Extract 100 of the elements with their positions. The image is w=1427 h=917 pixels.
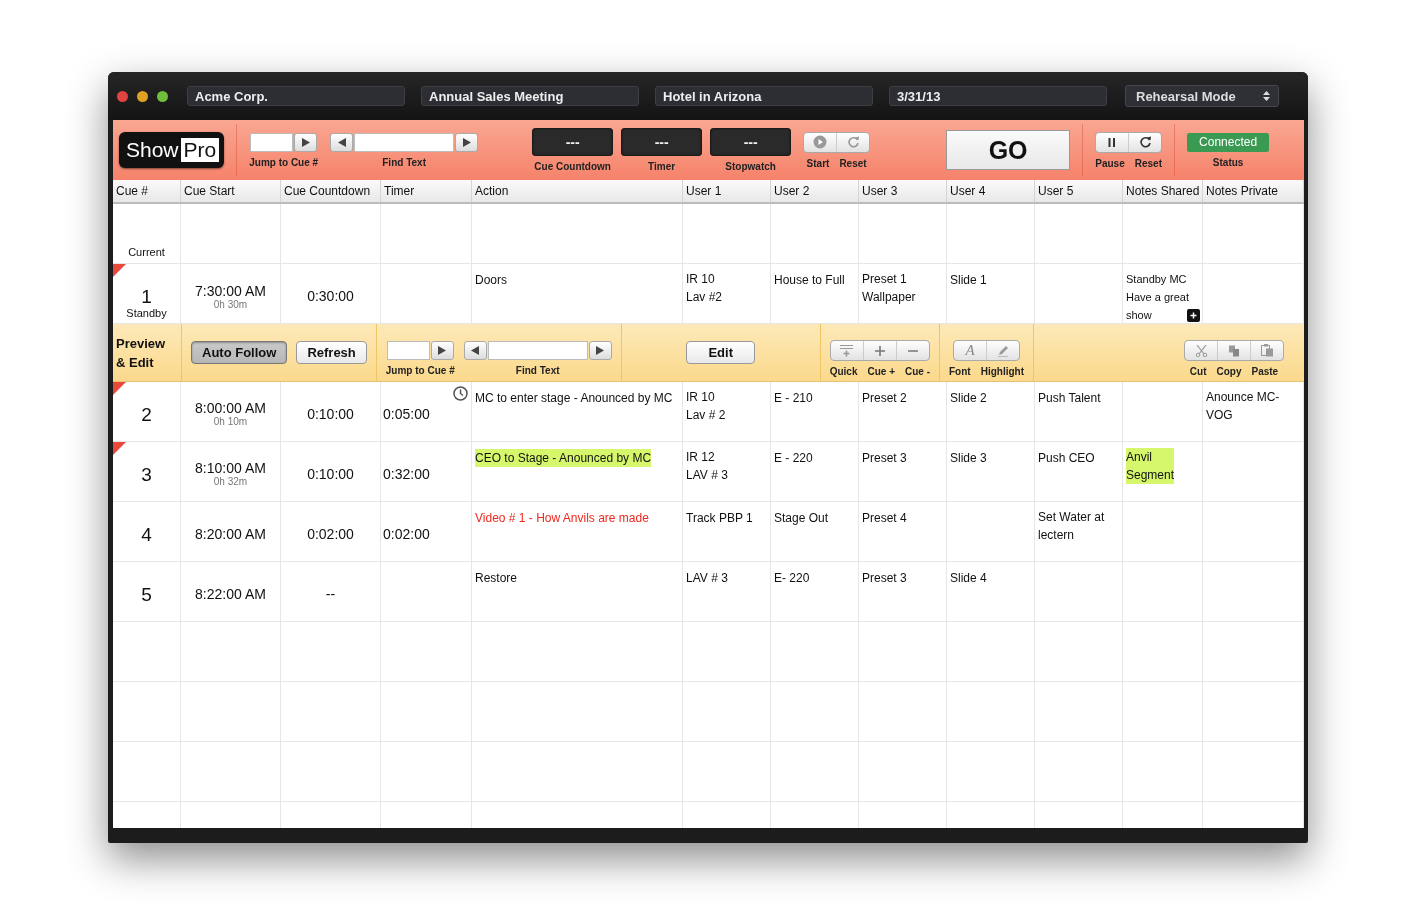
close-icon[interactable]: [117, 90, 128, 102]
action-text: Restore: [475, 570, 518, 587]
copy-icon: [1228, 344, 1240, 357]
cue-status: Standby: [126, 307, 167, 319]
cue-number: 5: [141, 584, 152, 605]
control-label: Cue -: [905, 366, 930, 377]
zoom-icon[interactable]: [157, 90, 168, 102]
control-label: Jump to Cue #: [249, 156, 319, 168]
cell-text: IR 10 Lav # 2: [686, 389, 726, 424]
left-arrow-icon: [337, 137, 346, 147]
previous-button[interactable]: [463, 341, 487, 360]
control-label: Reset: [839, 157, 867, 169]
column-header[interactable]: Action: [472, 180, 683, 202]
reload-icon: [1138, 135, 1152, 149]
cue-cell[interactable]: 5: [113, 562, 181, 621]
app-logo: Show Pro: [119, 132, 225, 168]
control-label: Cue Countdown: [534, 161, 611, 172]
column-header[interactable]: User 5: [1035, 180, 1123, 202]
cue-number: 2: [141, 404, 152, 425]
cell-text: Slide 1: [950, 272, 987, 289]
section-title: Preview & Edit: [115, 334, 167, 372]
start-time: 8:00:00 AM: [195, 400, 266, 416]
info-field[interactable]: 3/31/13: [889, 86, 1107, 106]
toggle-button[interactable]: Refresh: [296, 341, 367, 364]
previous-button[interactable]: [330, 132, 354, 152]
cell-text: Preset 1 Wallpaper: [862, 271, 916, 306]
info-field[interactable]: Annual Sales Meeting: [421, 86, 639, 106]
cue-cell[interactable]: 4: [113, 502, 181, 561]
column-header[interactable]: User 2: [771, 180, 859, 202]
find-field[interactable]: [487, 341, 588, 360]
time-display: ---: [710, 128, 792, 156]
find-field[interactable]: [354, 132, 455, 152]
cell-text: Push CEO: [1038, 450, 1095, 467]
next-button[interactable]: [588, 341, 612, 360]
cell-text: Stage Out: [774, 510, 829, 527]
column-header[interactable]: User 1: [683, 180, 771, 202]
cell-text: Preset 2: [862, 390, 907, 407]
control-label: Reset: [1134, 157, 1162, 169]
column-header[interactable]: Cue Countdown: [281, 180, 381, 202]
cell-text: House to Full: [774, 272, 845, 289]
column-header[interactable]: Timer: [381, 180, 472, 202]
edit-button[interactable]: Edit: [686, 341, 755, 364]
timer-value: 0:02:00: [383, 525, 430, 542]
cue-number-field[interactable]: [250, 132, 294, 152]
control-label: Cut: [1189, 366, 1207, 377]
pencil-icon: [997, 344, 1009, 357]
control-label: Status: [1212, 156, 1244, 168]
right-arrow-icon: [462, 137, 471, 147]
go-button[interactable]: GO: [946, 130, 1071, 170]
cue-number-field[interactable]: [386, 341, 430, 360]
jump-button[interactable]: [294, 132, 318, 152]
control-label: Highlight: [980, 366, 1024, 377]
right-arrow-icon: [596, 346, 605, 355]
cell-text: Preset 3: [862, 570, 907, 587]
cue-cell[interactable]: 2: [113, 382, 181, 441]
info-field[interactable]: Acme Corp.: [187, 86, 405, 106]
play-icon: [301, 137, 310, 147]
expand-icon[interactable]: [1187, 309, 1200, 322]
jump-button[interactable]: [430, 341, 454, 360]
control-label: Stopwatch: [725, 161, 776, 172]
note-text: Anounce MC- VOG: [1206, 389, 1280, 424]
next-button[interactable]: [455, 132, 479, 152]
cell-text: Preset 3: [862, 450, 907, 467]
note-text: Standby MC Have a great show: [1126, 272, 1189, 323]
column-header[interactable]: Notes Shared: [1123, 180, 1203, 202]
column-header[interactable]: User 3: [859, 180, 947, 202]
column-header[interactable]: Cue Start: [181, 180, 281, 202]
plus-icon: [874, 345, 885, 356]
control-label: Start: [806, 157, 830, 169]
column-header[interactable]: Cue #: [113, 180, 181, 202]
mode-select[interactable]: Rehearsal Mode: [1125, 85, 1279, 107]
cell-text: Slide 3: [950, 450, 987, 467]
control-label: Font: [949, 366, 971, 377]
status-badge: Connected: [1187, 132, 1270, 152]
control-label: Find Text: [515, 365, 560, 376]
cell-text: E - 210: [774, 390, 813, 407]
cue-number: 4: [141, 524, 152, 545]
lines-plus-icon: [839, 344, 855, 357]
cell-text: E - 220: [774, 450, 813, 467]
cue-status: Current: [128, 246, 165, 258]
reload-icon: [846, 135, 860, 149]
control-label: Pause: [1095, 157, 1125, 169]
start-time: 8:10:00 AM: [195, 460, 266, 476]
info-field[interactable]: Hotel in Arizona: [655, 86, 873, 106]
action-text: Video # 1 - How Anvils are made: [475, 510, 649, 527]
pause-icon: [1108, 137, 1117, 147]
cell-text: Slide 4: [950, 570, 987, 587]
control-label: Timer: [648, 161, 676, 172]
cell-text: Slide 2: [950, 390, 987, 407]
cell-text: IR 12 LAV # 3: [686, 449, 728, 484]
column-header[interactable]: User 4: [947, 180, 1035, 202]
play-icon: [438, 346, 447, 355]
cell-text: IR 10 Lav #2: [686, 271, 723, 306]
cue-cell[interactable]: 3: [113, 442, 181, 501]
column-header[interactable]: Notes Private: [1203, 180, 1304, 202]
toggle-button[interactable]: Auto Follow: [191, 341, 288, 364]
countdown-value: 0:10:00: [307, 465, 354, 482]
time-display: ---: [621, 128, 703, 156]
minimize-icon[interactable]: [137, 90, 148, 102]
cue-cell[interactable]: Current: [113, 204, 181, 263]
